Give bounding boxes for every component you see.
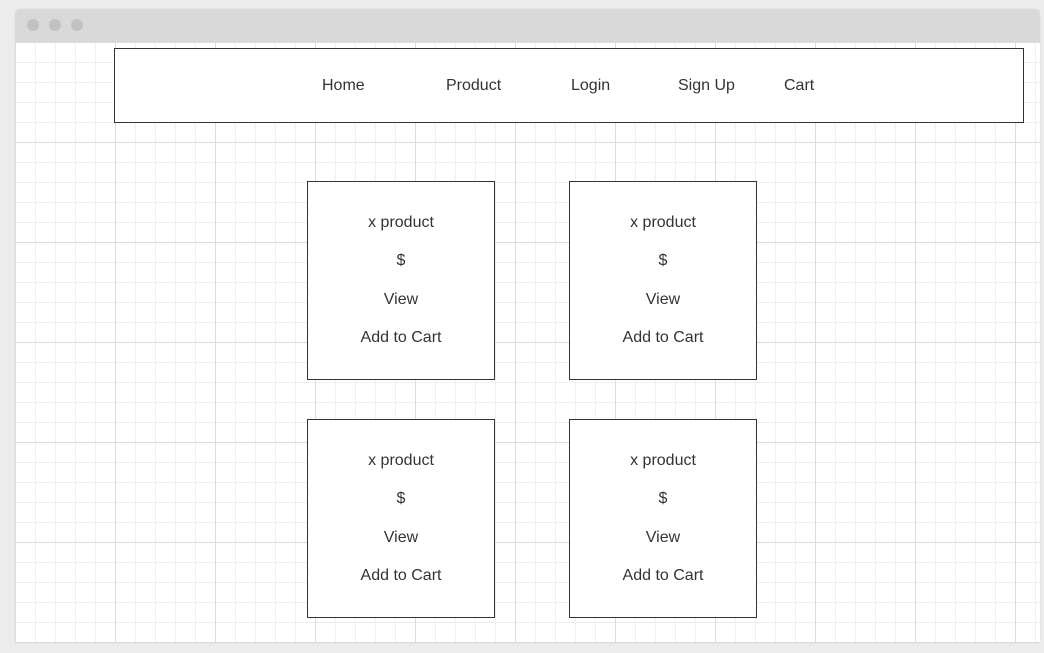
window-minimize-dot[interactable] <box>49 19 61 31</box>
product-card: x product $ View Add to Cart <box>569 419 757 618</box>
view-link[interactable]: View <box>308 528 494 548</box>
product-price: $ <box>396 252 406 269</box>
view-link[interactable]: View <box>308 290 494 310</box>
product-card: x product $ View Add to Cart <box>569 181 757 380</box>
nav-item-home[interactable]: Home <box>322 76 365 96</box>
nav-item-login[interactable]: Login <box>571 76 610 96</box>
product-name: x product <box>630 214 696 231</box>
window-titlebar <box>15 9 1040 42</box>
product-price: $ <box>396 490 406 507</box>
add-to-cart-link[interactable]: Add to Cart <box>570 328 756 348</box>
product-name: x product <box>368 214 434 231</box>
browser-window: Home Product Login Sign Up Cart x produc… <box>15 9 1040 643</box>
product-card: x product $ View Add to Cart <box>307 181 495 380</box>
product-price: $ <box>658 252 668 269</box>
product-price: $ <box>658 490 668 507</box>
nav-item-sign-up[interactable]: Sign Up <box>678 76 735 96</box>
product-name: x product <box>630 452 696 469</box>
add-to-cart-link[interactable]: Add to Cart <box>308 328 494 348</box>
nav-item-product[interactable]: Product <box>446 76 501 96</box>
add-to-cart-link[interactable]: Add to Cart <box>308 566 494 586</box>
nav-bar: Home Product Login Sign Up Cart <box>114 48 1024 123</box>
product-card: x product $ View Add to Cart <box>307 419 495 618</box>
window-maximize-dot[interactable] <box>71 19 83 31</box>
view-link[interactable]: View <box>570 290 756 310</box>
add-to-cart-link[interactable]: Add to Cart <box>570 566 756 586</box>
view-link[interactable]: View <box>570 528 756 548</box>
window-close-dot[interactable] <box>27 19 39 31</box>
wireframe-canvas: Home Product Login Sign Up Cart x produc… <box>15 42 1040 643</box>
product-name: x product <box>368 452 434 469</box>
nav-item-cart[interactable]: Cart <box>784 76 814 96</box>
